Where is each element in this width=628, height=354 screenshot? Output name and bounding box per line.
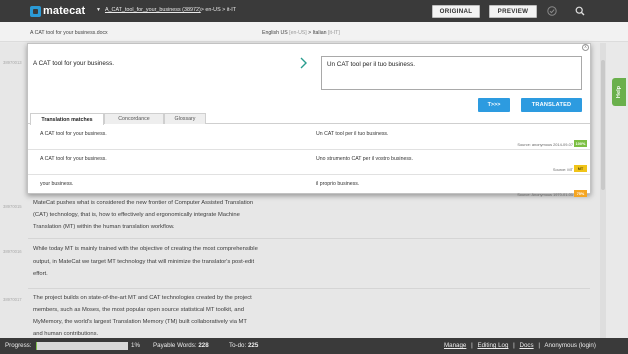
login-link[interactable]: Anonymous (login) (544, 342, 596, 349)
file-language-pair: English US [en-US] > Italian [it-IT] (262, 30, 340, 36)
project-name[interactable]: A_CAT_tool_for_your_business (38972) (105, 7, 201, 13)
target-translation-input[interactable] (321, 56, 582, 90)
preview-button[interactable]: PREVIEW (489, 5, 537, 18)
segment-source-line: While today MT is mainly trained with th… (33, 246, 258, 252)
footer-separator: | (538, 342, 540, 349)
match-source-info: Source: Anonymous 1970-01-01 (517, 192, 573, 197)
translation-match-row[interactable]: your business. il proprio business. Sour… (28, 175, 590, 200)
match-source-info: Source: anonymous 2014-09-07 (517, 142, 573, 147)
project-language-pair: > en-US > it-IT (200, 7, 237, 13)
project-breadcrumb[interactable]: ▼ A_CAT_tool_for_your_business (38972) >… (96, 7, 236, 13)
source-text: A CAT tool for your business. (33, 60, 114, 67)
translation-match-row[interactable]: A CAT tool for your business. Uno strume… (28, 150, 590, 175)
match-source: your business. (40, 181, 74, 187)
editing-log-link[interactable]: Editing Log (477, 342, 508, 349)
logo-text: matecat (43, 5, 86, 17)
status-footer: Progress: 1% Payable Words: 228 To-do: 2… (0, 338, 628, 354)
segment-number: 38970015 (3, 204, 22, 209)
footer-links: Manage | Editing Log | Docs | Anonymous … (444, 342, 596, 349)
segment-source-line: (CAT) technology, that is, how to effect… (33, 212, 240, 218)
tab-concordance[interactable]: Concordance (104, 113, 164, 124)
footer-separator: | (513, 342, 515, 349)
footer-separator: | (471, 342, 473, 349)
progress-bar (36, 342, 128, 350)
target-language-code: [it-IT] (327, 30, 340, 36)
source-language: English US (262, 30, 288, 36)
source-language-code: [en-US] (289, 30, 307, 36)
language-arrow: > (308, 30, 312, 36)
active-segment-editor: x A CAT tool for your business. T>>> TRA… (27, 43, 591, 197)
match-percent-badge: 100% (574, 140, 587, 147)
segment-source-line: output, in MateCat we target MT technolo… (33, 259, 255, 265)
close-icon[interactable]: x (582, 44, 589, 51)
segment-divider (28, 238, 590, 239)
match-source: A CAT tool for your business. (40, 156, 107, 162)
docs-link[interactable]: Docs (520, 342, 534, 349)
manage-link[interactable]: Manage (444, 342, 466, 349)
payable-words: Payable Words: 228 (153, 342, 209, 349)
translated-button[interactable]: TRANSLATED (521, 98, 582, 112)
target-language: Italian (312, 30, 327, 36)
progress-percent: 1% (131, 342, 140, 349)
segment-source-line: Translation (MT) within the human transl… (33, 224, 175, 230)
help-label: Help (616, 85, 622, 99)
translation-match-row[interactable]: A CAT tool for your business. Un CAT too… (28, 125, 590, 150)
original-button[interactable]: ORIGINAL (432, 5, 480, 18)
tab-translation-matches[interactable]: Translation matches (30, 113, 104, 125)
segment-source-line: effort. (33, 271, 48, 277)
payable-words-label: Payable Words: (153, 342, 197, 349)
scrollbar-thumb[interactable] (601, 60, 605, 190)
chevron-right-icon (300, 57, 307, 69)
segment-source-line: MyMemory, the world's largest Translatio… (33, 319, 247, 325)
copy-source-button[interactable]: T>>> (478, 98, 510, 112)
segment-number: 38970013 (3, 60, 22, 65)
logo-icon (30, 5, 41, 17)
todo-count: To-do: 225 (229, 342, 258, 349)
match-source-info: Source: MT (552, 167, 573, 172)
caret-down-icon: ▼ (96, 7, 101, 13)
matecat-logo[interactable]: matecat (30, 4, 85, 18)
search-icon[interactable] (575, 6, 585, 16)
segment-source-line: The project builds on state-of-the-art M… (33, 295, 252, 301)
top-header: matecat ▼ A_CAT_tool_for_your_business (… (0, 0, 628, 22)
progress-bar-fill (36, 342, 37, 350)
match-target: il proprio business. (316, 181, 360, 187)
match-source: A CAT tool for your business. (40, 131, 107, 137)
match-target: Uno strumento CAT per il vostro business… (316, 156, 413, 162)
segment-divider (28, 288, 590, 289)
todo-value: 225 (247, 342, 259, 349)
segment-source-line: members, such as Moses, the most popular… (33, 307, 244, 313)
file-bar: A CAT tool for your business.docx Englis… (0, 22, 628, 42)
file-name: A CAT tool for your business.docx (30, 30, 108, 36)
payable-words-value: 228 (198, 342, 209, 349)
check-circle-icon[interactable] (547, 6, 557, 16)
match-percent-badge: MT (574, 165, 587, 172)
segment-number: 38970017 (3, 297, 22, 302)
progress-label: Progress: (5, 342, 32, 349)
match-target: Un CAT tool per il tuo business. (316, 131, 389, 137)
segment-number: 38970016 (3, 249, 22, 254)
todo-label: To-do: (229, 342, 247, 349)
help-tab[interactable]: Help (612, 78, 626, 106)
tab-glossary[interactable]: Glossary (164, 113, 206, 124)
match-percent-badge: 75% (574, 190, 587, 197)
